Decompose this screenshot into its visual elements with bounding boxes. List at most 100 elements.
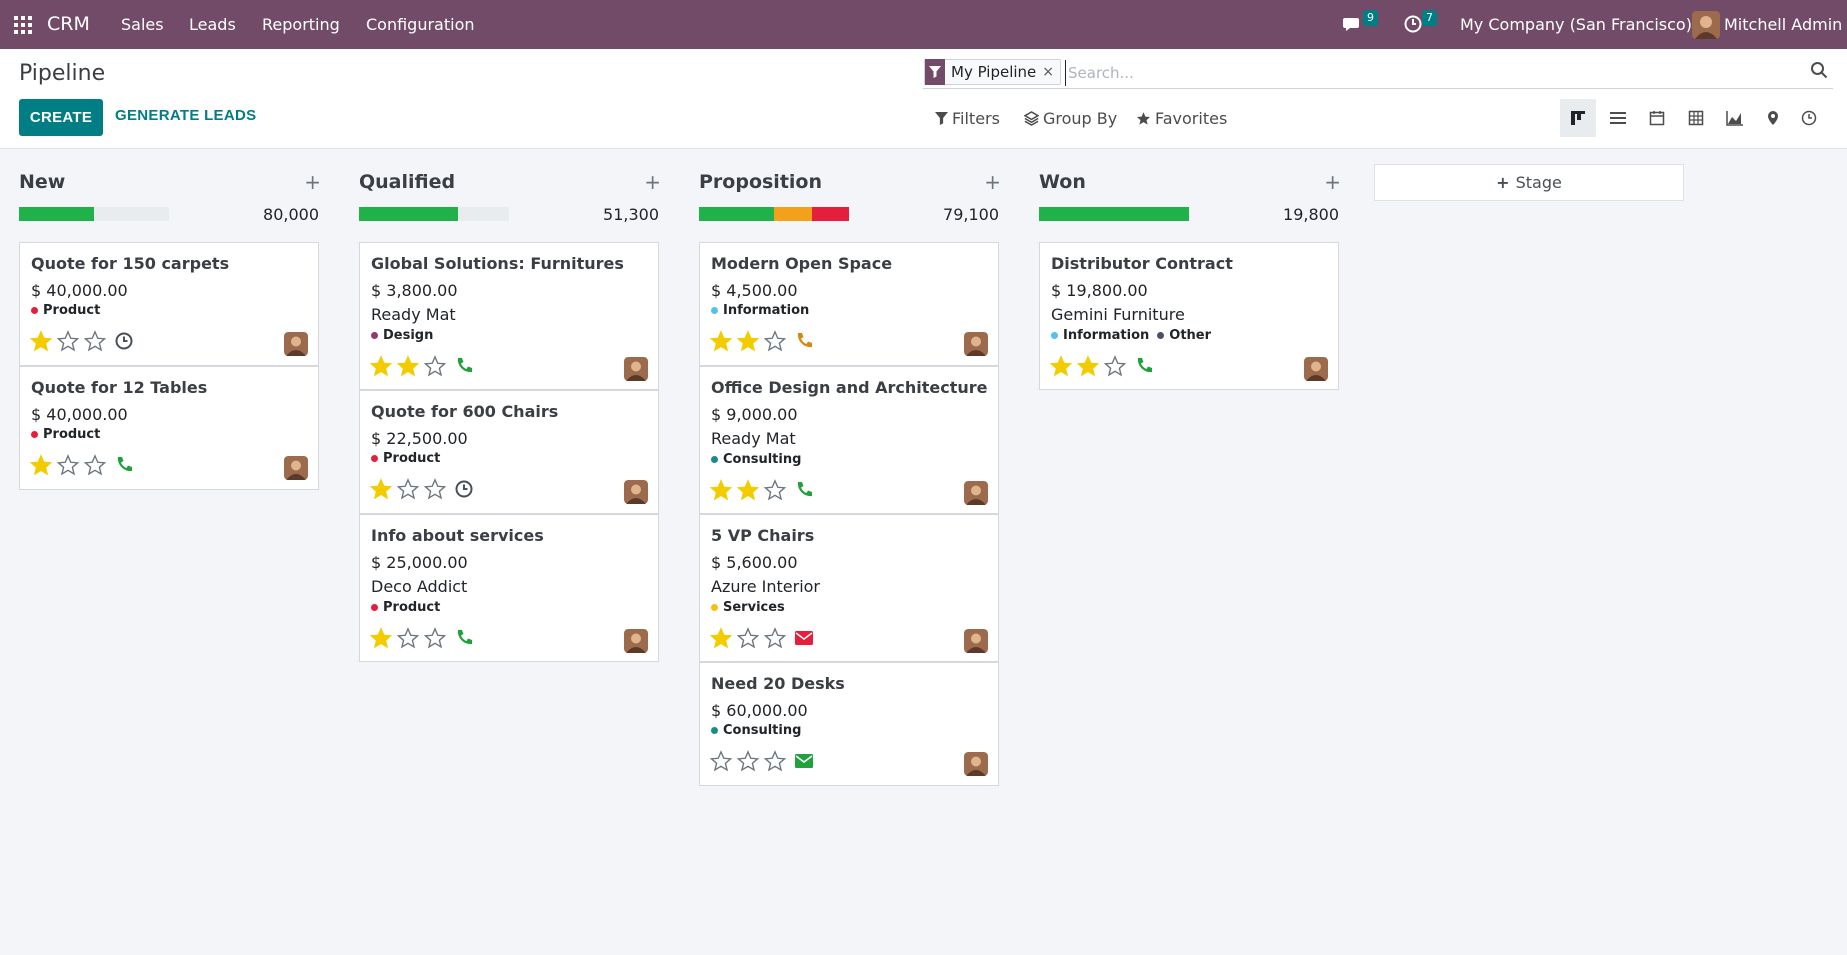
column-progress-bar[interactable] (699, 207, 849, 221)
star-filled-icon[interactable] (737, 479, 759, 501)
star-filled-icon[interactable] (710, 479, 732, 501)
star-filled-icon[interactable] (370, 355, 392, 377)
salesperson-avatar[interactable] (284, 332, 308, 356)
facet-remove-icon[interactable]: × (1042, 64, 1060, 80)
star-empty-icon[interactable] (764, 479, 786, 501)
priority-stars[interactable] (30, 330, 106, 352)
calendar-view-icon[interactable] (1639, 99, 1675, 137)
progress-segment[interactable] (811, 207, 849, 221)
priority-stars[interactable] (370, 478, 446, 500)
star-filled-icon[interactable] (1077, 355, 1099, 377)
menu-leads[interactable]: Leads (189, 15, 236, 34)
progress-segment[interactable] (19, 207, 94, 221)
phone-icon[interactable] (114, 455, 134, 475)
priority-stars[interactable] (710, 750, 786, 772)
salesperson-avatar[interactable] (964, 629, 988, 653)
priority-stars[interactable] (30, 454, 106, 476)
priority-stars[interactable] (370, 627, 446, 649)
groupby-dropdown[interactable]: Group By (1024, 109, 1117, 128)
menu-reporting[interactable]: Reporting (262, 15, 340, 34)
star-empty-icon[interactable] (84, 454, 106, 476)
salesperson-avatar[interactable] (284, 456, 308, 480)
company-switcher[interactable]: My Company (San Francisco) (1460, 15, 1692, 34)
star-empty-icon[interactable] (1104, 355, 1126, 377)
star-empty-icon[interactable] (710, 750, 732, 772)
star-filled-icon[interactable] (710, 627, 732, 649)
kanban-view-icon[interactable] (1560, 99, 1596, 137)
star-filled-icon[interactable] (710, 330, 732, 352)
star-filled-icon[interactable] (370, 478, 392, 500)
column-progress-bar[interactable] (1039, 207, 1189, 221)
star-filled-icon[interactable] (1050, 355, 1072, 377)
star-empty-icon[interactable] (57, 330, 79, 352)
kanban-card[interactable]: Modern Open Space $ 4,500.00 Information (699, 242, 999, 366)
star-filled-icon[interactable] (30, 330, 52, 352)
user-menu[interactable]: Mitchell Admin (1724, 15, 1842, 34)
priority-stars[interactable] (710, 627, 786, 649)
kanban-card[interactable]: Distributor Contract $ 19,800.00 Gemini Fu… (1039, 242, 1339, 390)
progress-segment[interactable] (359, 207, 458, 221)
star-empty-icon[interactable] (764, 750, 786, 772)
search-icon[interactable] (1810, 61, 1828, 79)
salesperson-avatar[interactable] (624, 629, 648, 653)
star-empty-icon[interactable] (84, 330, 106, 352)
map-view-icon[interactable] (1755, 99, 1791, 137)
kanban-card[interactable]: Office Design and Architecture $ 9,000.00… (699, 366, 999, 514)
kanban-card[interactable]: Quote for 150 carpets $ 40,000.00 Product (19, 242, 319, 366)
star-filled-icon[interactable] (397, 355, 419, 377)
phone-icon[interactable] (1134, 356, 1154, 376)
column-progress-bar[interactable] (19, 207, 169, 221)
salesperson-avatar[interactable] (624, 357, 648, 381)
salesperson-avatar[interactable] (964, 752, 988, 776)
messages-icon[interactable] (1343, 14, 1363, 34)
phone-icon[interactable] (794, 480, 814, 500)
favorites-dropdown[interactable]: Favorites (1136, 109, 1227, 128)
search-input[interactable] (1065, 60, 1765, 86)
kanban-card[interactable]: 5 VP Chairs $ 5,600.00 Azure Interior Servi… (699, 514, 999, 662)
star-filled-icon[interactable] (370, 627, 392, 649)
phone-orange-icon[interactable] (794, 331, 814, 351)
clock-icon[interactable] (114, 331, 134, 351)
phone-icon[interactable] (454, 356, 474, 376)
priority-stars[interactable] (710, 479, 786, 501)
mail-red-icon[interactable] (794, 628, 814, 648)
star-filled-icon[interactable] (737, 330, 759, 352)
star-empty-icon[interactable] (397, 478, 419, 500)
priority-stars[interactable] (370, 355, 446, 377)
quick-create-plus-icon[interactable]: + (1324, 170, 1341, 194)
star-empty-icon[interactable] (57, 454, 79, 476)
column-progress-bar[interactable] (359, 207, 509, 221)
priority-stars[interactable] (1050, 355, 1126, 377)
menu-configuration[interactable]: Configuration (366, 15, 475, 34)
mail-green-icon[interactable] (794, 751, 814, 771)
quick-create-plus-icon[interactable]: + (644, 170, 661, 194)
progress-segment[interactable] (1039, 207, 1189, 221)
app-brand[interactable]: CRM (47, 13, 90, 35)
user-avatar[interactable] (1692, 11, 1720, 39)
activity-view-icon[interactable] (1791, 99, 1827, 137)
list-view-icon[interactable] (1600, 99, 1636, 137)
salesperson-avatar[interactable] (1304, 357, 1328, 381)
kanban-card[interactable]: Info about services $ 25,000.00 Deco Addic… (359, 514, 659, 662)
star-empty-icon[interactable] (424, 627, 446, 649)
star-empty-icon[interactable] (397, 627, 419, 649)
salesperson-avatar[interactable] (624, 480, 648, 504)
add-stage-button[interactable]: + Stage (1374, 164, 1684, 201)
clock-icon[interactable] (454, 479, 474, 499)
star-empty-icon[interactable] (737, 627, 759, 649)
quick-create-plus-icon[interactable]: + (304, 170, 321, 194)
menu-sales[interactable]: Sales (121, 15, 164, 34)
generate-leads-button[interactable]: GENERATE LEADS (115, 107, 256, 124)
phone-icon[interactable] (454, 628, 474, 648)
progress-segment[interactable] (699, 207, 774, 221)
star-empty-icon[interactable] (764, 627, 786, 649)
apps-menu-icon[interactable] (14, 16, 32, 34)
activities-clock-icon[interactable] (1403, 14, 1423, 34)
star-empty-icon[interactable] (737, 750, 759, 772)
create-button[interactable]: CREATE (19, 99, 103, 136)
star-empty-icon[interactable] (424, 355, 446, 377)
star-filled-icon[interactable] (30, 454, 52, 476)
kanban-card[interactable]: Quote for 12 Tables $ 40,000.00 Product (19, 366, 319, 490)
kanban-card[interactable]: Quote for 600 Chairs $ 22,500.00 Product (359, 390, 659, 514)
progress-segment[interactable] (774, 207, 812, 221)
